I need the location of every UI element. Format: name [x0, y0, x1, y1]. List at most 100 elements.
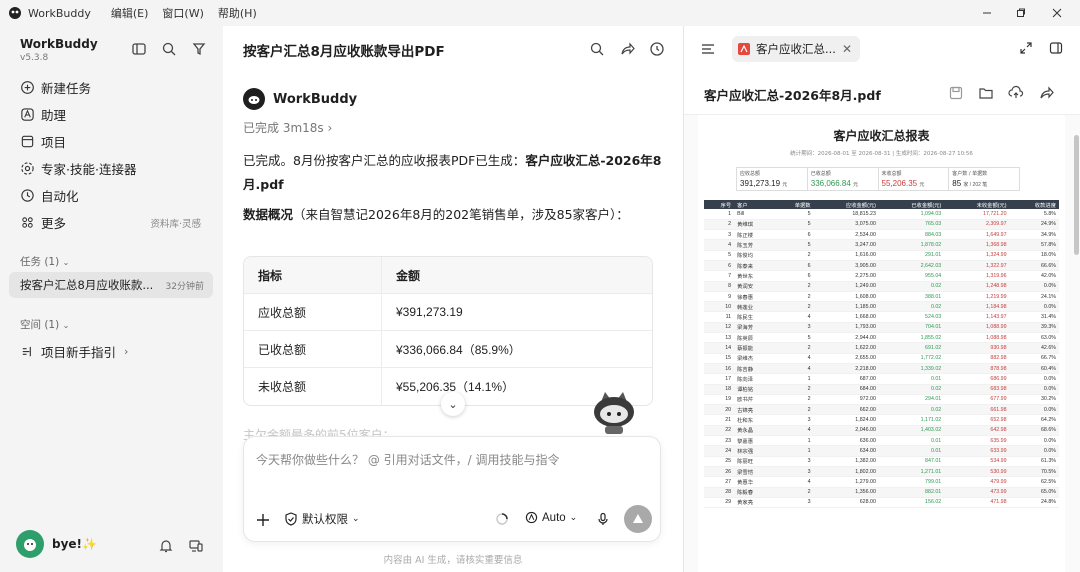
report-subtitle: 统计期间：2026-08-01 至 2026-08-31 | 生成时间：2026… [790, 151, 973, 157]
nav-assistant[interactable]: 助理 [20, 103, 66, 125]
minimize-button[interactable] [970, 0, 1004, 26]
report-cell: 5 [773, 209, 814, 220]
folder-icon[interactable] [978, 85, 994, 101]
report-cell: 3 [773, 456, 814, 467]
report-cell: 4 [773, 353, 814, 364]
close-window-button[interactable] [1040, 0, 1074, 26]
chat-input-placeholder[interactable]: 今天帮你做些什么？ @ 引用对话文件，/ 调用技能与指令 [256, 451, 560, 468]
summary-table: 指标 金额 应收总额 ¥391,273.19 已收总额 ¥336,066.84（85.… [243, 256, 653, 406]
report-row: 10 韩莲业 2 1,185.00 0.02 1,184.98 0.0% [704, 301, 1059, 313]
report-cell: 2,655.00 [813, 353, 879, 364]
nav-projects[interactable]: 项目 [20, 130, 66, 152]
report-cell: 1,094.03 [878, 209, 945, 220]
table-cell: ¥391,273.19 [396, 305, 463, 319]
share-icon[interactable] [1038, 85, 1054, 101]
model-selector[interactable]: Auto ⌄ [525, 511, 577, 524]
bell-icon[interactable] [158, 538, 174, 554]
report-cell: 34.9% [1009, 229, 1059, 241]
report-cell: 1,319.96 [944, 270, 1010, 282]
nav-more[interactable]: 更多 [20, 211, 66, 233]
nav-experts[interactable]: 专家·技能·连接器 [20, 157, 136, 179]
search-icon[interactable] [589, 41, 605, 57]
report-cell: 1,088.98 [944, 332, 1010, 344]
report-row: 11 陈民生 4 1,668.00 524.03 1,143.97 31.4% [704, 311, 1059, 323]
report-cell: 42.0% [1009, 270, 1059, 282]
microphone-icon[interactable] [596, 512, 610, 526]
report-row: 15 梁维杰 4 2,655.00 1,772.02 882.98 66.7% [704, 353, 1059, 364]
pdf-scrollbar[interactable] [1074, 135, 1079, 255]
report-row: 29 黄家亮 3 628.00 156.02 471.98 24.8% [704, 497, 1059, 509]
scroll-down-button[interactable]: ⌄ [441, 392, 465, 416]
more-extra-links[interactable]: 资料库·灵感 [150, 216, 201, 230]
nav-new-task[interactable]: 新建任务 [20, 76, 91, 98]
filter-icon[interactable] [191, 41, 207, 57]
report-cell: 2 [773, 281, 814, 292]
space-item-guide[interactable]: 项目新手指引 › [20, 340, 128, 362]
upload-icon[interactable] [1008, 85, 1024, 101]
report-cell: 66.7% [1009, 353, 1059, 364]
report-cell: 6 [704, 260, 735, 272]
report-cell: 陈正楼 [734, 229, 774, 241]
report-cell: 1,772.02 [878, 353, 945, 364]
report-cell: 882.01 [878, 487, 945, 498]
task-item-current[interactable]: 按客户汇总8月应收账款... 32分钟前 [9, 272, 213, 298]
preview-panel: 客户应收汇总... ✕ 客户应收汇总-2026年8月.pdf 客户应收汇总报表 … [683, 26, 1080, 572]
menu-icon[interactable] [700, 41, 716, 57]
user-profile[interactable]: bye!✨ [16, 530, 97, 558]
report-cell: 524.03 [878, 311, 945, 323]
chat-panel: 按客户汇总8月应收账款导出PDF WorkBuddy 已完成 3m18s › 已… [223, 26, 683, 572]
assistant-icon [21, 107, 34, 121]
report-row: 7 黄世东 6 2,275.00 955.04 1,319.96 42.0% [704, 270, 1059, 282]
bot-header: WorkBuddy [243, 88, 357, 110]
report-header-cell: 已收金额(元) [878, 200, 945, 209]
report-cell: 22 [704, 425, 735, 437]
device-icon[interactable] [188, 538, 204, 554]
maximize-button[interactable] [1004, 0, 1038, 26]
permission-selector[interactable]: 默认权限 ⌄ [284, 511, 360, 527]
space-item-label: 项目新手指引 [41, 344, 117, 360]
report-cell: 1,649.97 [944, 229, 1010, 241]
summary-card: 应收总额 391,273.19 元 [737, 168, 808, 190]
report-row: 20 古锦亮 2 662.00 0.02 661.98 0.0% [704, 404, 1059, 416]
report-cell: 2,944.00 [813, 332, 879, 344]
history-icon[interactable] [649, 41, 665, 57]
avatar-face-icon [24, 539, 36, 551]
report-cell: 1,249.00 [813, 281, 879, 292]
sidebar-toggle-icon[interactable] [131, 41, 147, 57]
report-header-cell: 单据数 [773, 200, 814, 209]
nav-label: 自动化 [41, 188, 79, 204]
send-button[interactable] [624, 505, 652, 533]
report-cell: 蔡振能 [734, 342, 774, 354]
report-cell: 1,668.00 [813, 311, 879, 323]
report-cell: 1,219.99 [944, 291, 1010, 303]
tasks-section-header[interactable]: 任务 (1) ⌄ [20, 254, 69, 269]
report-cell: 3,075.00 [813, 219, 879, 231]
report-cell: 陈向泽 [734, 373, 774, 385]
menu-help[interactable]: 帮助(H) [218, 5, 257, 21]
panel-toggle-icon[interactable] [1049, 41, 1063, 55]
report-cell: 2,046.00 [813, 425, 879, 437]
completion-status[interactable]: 已完成 3m18s › [243, 119, 332, 136]
report-cell: 31.4% [1009, 311, 1059, 323]
search-icon[interactable] [161, 41, 177, 57]
space-section-header[interactable]: 空间 (1) ⌄ [20, 317, 69, 332]
save-icon[interactable] [948, 85, 964, 101]
tab-preview-file[interactable]: 客户应收汇总... ✕ [732, 36, 860, 62]
chat-input-box[interactable]: 今天帮你做些什么？ @ 引用对话文件，/ 调用技能与指令 默认权限 ⌄ Auto… [243, 436, 661, 542]
menu-window[interactable]: 窗口(W) [162, 5, 203, 21]
report-cell: 2,534.00 [813, 229, 879, 241]
report-row: 13 陈英辰 5 2,944.00 1,855.02 1,088.98 63.0% [704, 332, 1059, 344]
report-cell: 24 [704, 445, 735, 457]
card-value: 391,273.19 元 [740, 179, 804, 188]
report-row: 1 Bill 5 18,815.23 1,094.03 17,721.20 5.8% [704, 209, 1059, 220]
add-icon[interactable] [256, 513, 270, 527]
expand-icon[interactable] [1019, 41, 1033, 55]
report-cell: 谭柏铭 [734, 384, 774, 395]
share-icon[interactable] [619, 41, 635, 57]
table-header-cell: 指标 [244, 257, 382, 293]
nav-automation[interactable]: 自动化 [20, 184, 79, 206]
menu-edit[interactable]: 编辑(E) [111, 5, 149, 21]
card-number: 336,066.84 [810, 179, 851, 188]
pdf-viewer[interactable]: 客户应收汇总报表 统计期间：2026-08-01 至 2026-08-31 | … [684, 114, 1080, 572]
close-icon[interactable]: ✕ [842, 42, 852, 56]
